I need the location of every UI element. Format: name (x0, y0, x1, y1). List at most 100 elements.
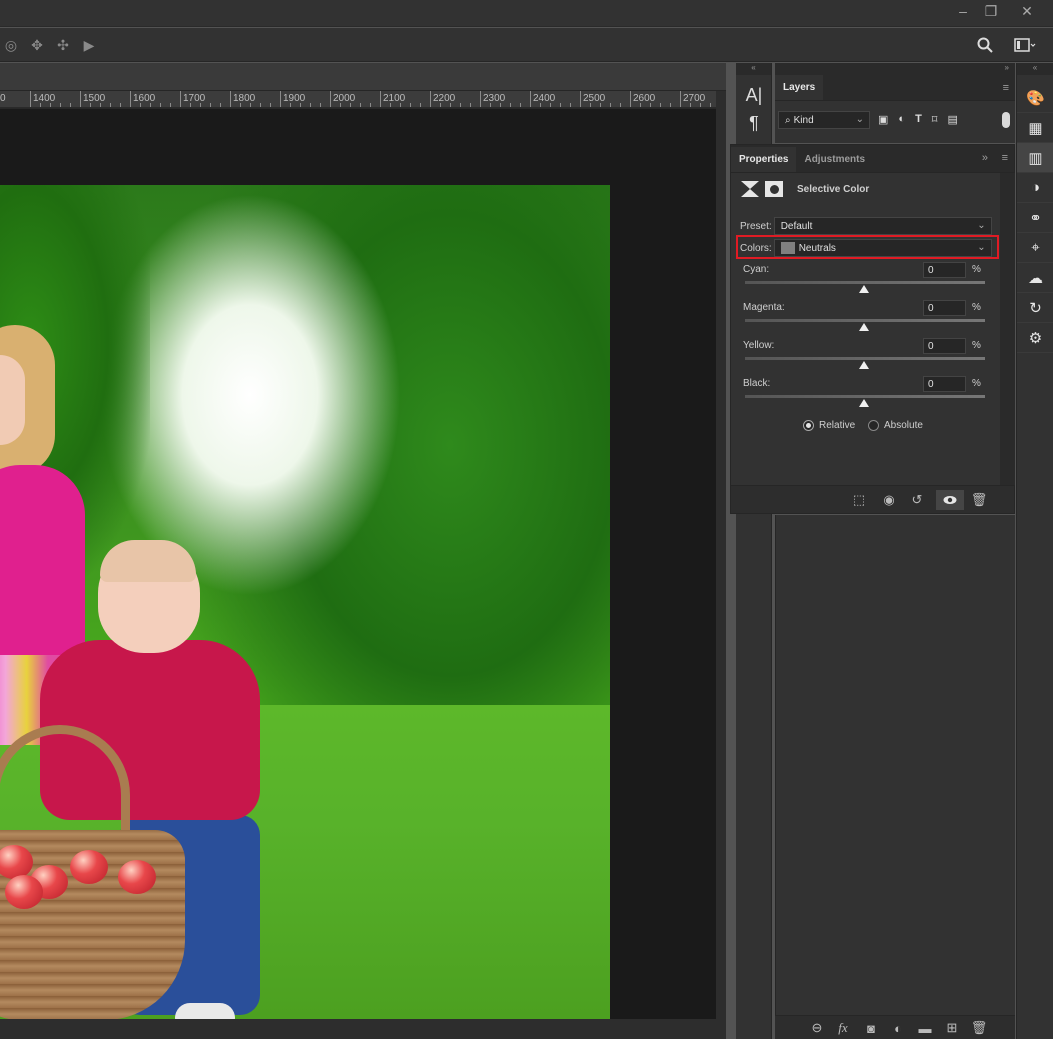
panel-menu-icon[interactable]: ≡ (1003, 82, 1009, 94)
magenta-slider-thumb[interactable] (859, 323, 869, 331)
type-filter-icon[interactable]: T (915, 113, 922, 126)
close-button[interactable]: ✕ (1010, 0, 1044, 22)
fx-icon[interactable]: fx (833, 1018, 853, 1038)
cyan-input[interactable]: 0 (923, 262, 966, 278)
link-layers-icon[interactable]: ⊖ (807, 1018, 827, 1038)
video-camera-icon[interactable]: ▶ (80, 36, 98, 54)
channels-icon[interactable]: ⚭ (1017, 203, 1053, 233)
3d-orbit-icon[interactable]: ◎ (2, 36, 20, 54)
adjustment-filter-icon[interactable]: ◐ (898, 113, 905, 126)
collapse-dock-icon[interactable]: « (1017, 63, 1053, 75)
magenta-input[interactable]: 0 (923, 300, 966, 316)
yellow-input[interactable]: 0 (923, 338, 966, 354)
new-group-icon[interactable]: ▬ (915, 1018, 935, 1038)
visibility-icon[interactable] (936, 490, 964, 510)
new-adjustment-icon[interactable]: ◐ (888, 1018, 908, 1038)
method-absolute[interactable]: Absolute (868, 420, 923, 431)
filter-toggle[interactable] (1002, 112, 1010, 128)
ruler-tick (510, 103, 511, 107)
ruler-tick (60, 103, 61, 107)
layer-filter-kind-label: Kind (793, 114, 814, 126)
ruler-tick (40, 103, 41, 107)
radio-selected[interactable] (803, 420, 814, 431)
ruler-tick (630, 91, 631, 107)
method-relative[interactable]: Relative (803, 420, 855, 431)
ruler-tick (580, 91, 581, 107)
cyan-slider-thumb[interactable] (859, 285, 869, 293)
layer-mask-icon[interactable] (765, 181, 783, 197)
canvas-pasteboard[interactable] (0, 109, 716, 1038)
ruler-tick (700, 103, 701, 107)
black-label: Black: (743, 378, 771, 389)
layer-filter-kind-select[interactable]: ⌕ Kind ⌄ (778, 111, 870, 129)
black-slider-track[interactable] (745, 395, 985, 398)
history-icon[interactable]: ↻ (1017, 293, 1053, 323)
image-filter-icon[interactable]: ▣ (878, 113, 888, 126)
yellow-slider-thumb[interactable] (859, 361, 869, 369)
properties-scrollbar[interactable] (1000, 173, 1015, 485)
black-slider-thumb[interactable] (859, 399, 869, 407)
adjustments-icon[interactable]: ◑ (1017, 173, 1053, 203)
radio-unselected[interactable] (868, 420, 879, 431)
chevron-down-icon: ⌄ (855, 114, 864, 125)
ruler-tick (460, 103, 461, 107)
ruler-tick (250, 103, 251, 107)
paths-icon[interactable]: ⌖ (1017, 233, 1053, 263)
character-panel-icon[interactable]: A| (736, 81, 772, 109)
trash-icon[interactable]: 🗑 (969, 1018, 989, 1038)
yellow-slider-track[interactable] (745, 357, 985, 360)
libraries-icon[interactable]: ☁ (1017, 263, 1053, 293)
new-layer-icon[interactable]: ⊞ (942, 1018, 962, 1038)
ruler-tick (530, 91, 531, 107)
add-mask-icon[interactable]: ◙ (861, 1018, 881, 1038)
panel-menu-icon[interactable]: ≡ (1002, 152, 1008, 164)
paragraph-panel-icon[interactable]: ¶ (736, 109, 772, 137)
ruler-tick (350, 103, 351, 107)
colors-value: Neutrals (798, 242, 836, 254)
magenta-slider-track[interactable] (745, 319, 985, 322)
tab-adjustments[interactable]: Adjustments (796, 147, 873, 172)
cyan-slider-track[interactable] (745, 281, 985, 284)
ruler-tick (50, 103, 51, 107)
colors-label: Colors: (740, 242, 772, 254)
restore-button[interactable]: ❐ (974, 0, 1008, 22)
color-icon[interactable]: 🎨 (1017, 83, 1053, 113)
preset-select[interactable]: Default ⌄ (773, 217, 992, 235)
options-bar: ◎ ✥ ✣ ▶ (0, 28, 1053, 62)
expand-panel-icon[interactable]: » (982, 152, 988, 164)
tab-properties[interactable]: Properties (731, 147, 797, 172)
ruler-label: 1400 (33, 93, 56, 104)
ruler-tick (380, 91, 381, 107)
colors-select[interactable]: Neutrals ⌄ (773, 239, 992, 257)
black-input[interactable]: 0 (923, 376, 966, 392)
reset-icon[interactable]: ↺ (907, 490, 927, 510)
swatches-icon[interactable]: ▦ (1017, 113, 1053, 143)
ruler-tick (550, 103, 551, 107)
horizontal-scrollbar[interactable] (0, 1019, 716, 1039)
smart-object-filter-icon[interactable]: ▤ (947, 113, 957, 126)
ruler-tick (80, 91, 81, 107)
actions-icon[interactable]: ⚙ (1017, 323, 1053, 353)
collapse-dock-icon[interactable]: « (736, 63, 771, 75)
ruler-tick (450, 103, 451, 107)
shape-filter-icon[interactable]: ⌑ (932, 113, 938, 126)
search-icon[interactable] (976, 36, 994, 54)
vertical-scrollbar[interactable] (716, 91, 726, 1039)
adjustment-header: Selective Color (741, 181, 869, 197)
collapse-panel-icon[interactable]: » (775, 63, 1015, 75)
layers-list[interactable] (775, 515, 1015, 1015)
clip-to-layer-icon[interactable]: ⬚ (849, 490, 869, 510)
ruler-tick (160, 103, 161, 107)
3d-pan-icon[interactable]: ✥ (28, 36, 46, 54)
ruler-label: 2400 (533, 93, 556, 104)
properties-icon[interactable]: ▥ (1017, 143, 1053, 173)
canvas-image[interactable] (0, 185, 610, 1038)
ruler-tick (300, 103, 301, 107)
ruler-tick (600, 103, 601, 107)
tab-layers[interactable]: Layers (775, 75, 824, 100)
3d-drag-icon[interactable]: ✣ (54, 36, 72, 54)
workspace-icon[interactable] (1012, 36, 1038, 54)
ruler-tick (150, 103, 151, 107)
view-previous-icon[interactable]: ◉ (879, 490, 899, 510)
trash-icon[interactable]: 🗑 (969, 490, 989, 510)
